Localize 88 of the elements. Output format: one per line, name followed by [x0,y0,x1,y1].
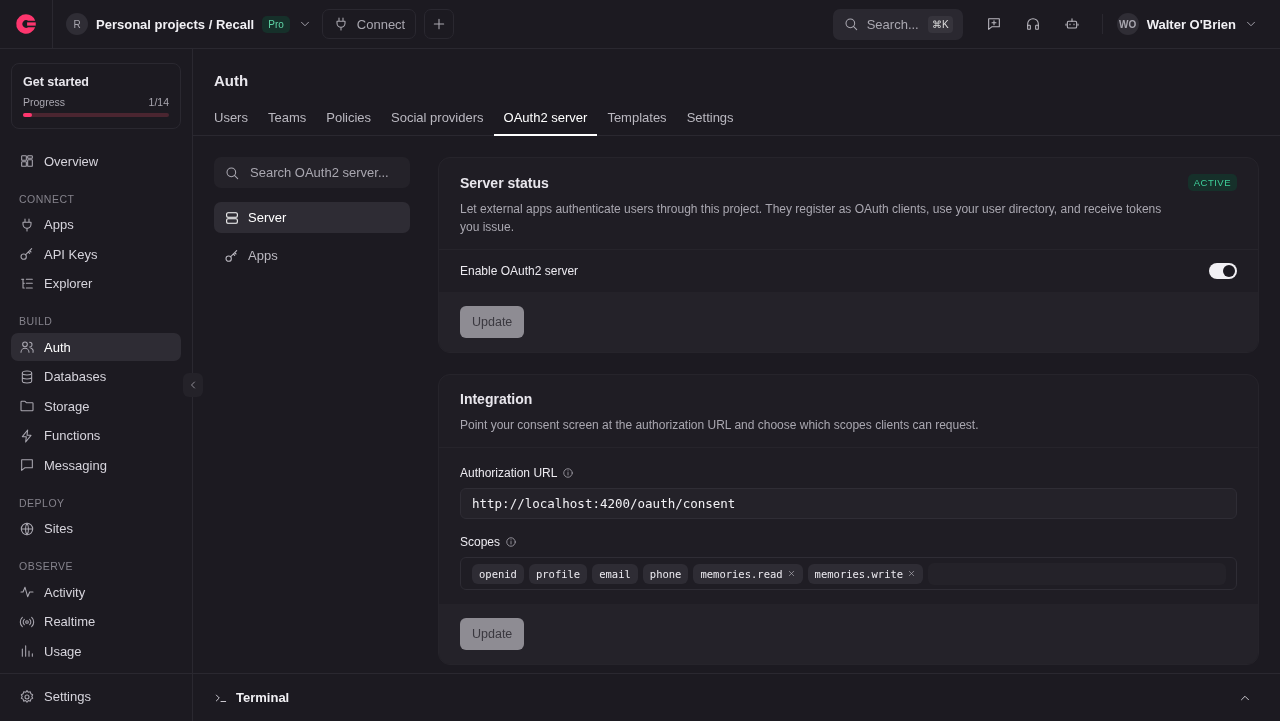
page-title: Auth [213,71,250,89]
card-title: Integration [460,391,534,407]
add-button[interactable] [424,9,455,39]
progress-count: 1/14 [148,96,169,108]
pulse-icon [19,584,35,600]
project-name: Personal projects / Recall [96,16,255,32]
folder-icon [19,398,35,414]
robot-icon[interactable] [1063,16,1080,32]
scopes-field[interactable]: openid profile email phone memories.read memories.write [460,557,1237,590]
database-icon [19,368,35,385]
tab[interactable]: Settings [676,106,744,136]
plug-icon [19,216,35,233]
project-switcher[interactable]: R Personal projects / Recall Pro [66,13,312,35]
nav-item[interactable]: Functions [11,421,181,450]
scope-tag: memories.read [693,563,803,584]
scope-tag: email [592,563,638,584]
key-icon [224,247,240,264]
logo-icon[interactable] [13,11,39,37]
nav-item[interactable]: Overview [11,147,181,175]
server-icon [224,209,240,226]
user-avatar: WO [1116,13,1139,35]
user-menu[interactable]: WO Walter O'Brien [1116,13,1258,35]
key-icon [19,246,35,262]
nav-item[interactable]: Storage [11,392,181,420]
search-icon [224,164,240,181]
nav-item[interactable]: Messaging [11,451,181,479]
update-button[interactable]: Update [460,306,525,338]
info-icon [505,536,518,548]
close-icon[interactable] [786,569,796,578]
plan-badge: Pro [262,15,290,33]
headset-icon[interactable] [1024,16,1041,32]
toggle-switch[interactable] [1209,263,1237,279]
section-label: BUILD [18,314,54,329]
field-label: Scopes [460,535,501,549]
collapse-button[interactable] [183,373,203,397]
section-label: OBSERVE [18,559,75,574]
tab[interactable]: Policies [316,106,382,136]
feedback-icon[interactable] [985,16,1002,32]
progress-card[interactable]: Get started Progress 1/14 [11,63,181,129]
bar-chart-icon [19,643,35,659]
card-description: Let external apps authenticate users through this project. They register as OAuth clients, use your user directory, and receive tokens you issue. [460,201,1163,236]
section-label: DEPLOY [18,495,66,511]
url-field[interactable]: http://localhost:4200/oauth/consent [460,488,1237,519]
search-field[interactable]: Search... ⌘K [832,8,963,40]
tab[interactable]: Teams [257,106,317,136]
nav-item[interactable]: Apps [11,210,181,239]
status-badge: ACTIVE [1187,174,1237,191]
scope-tag: profile [528,563,588,584]
nav-item[interactable]: Settings [11,682,181,711]
nav-item[interactable]: Explorer [11,269,181,298]
section-label: CONNECT [18,191,76,207]
progress-label: Progress [23,96,65,108]
subnav-item[interactable]: Apps [214,240,410,271]
update-button[interactable]: Update [460,618,525,650]
nav-item[interactable]: Activity [11,578,181,606]
subnav-item[interactable]: Server [214,202,410,233]
grid-icon [19,153,35,169]
close-icon[interactable] [907,569,917,578]
toggle-label: Enable OAuth2 server [460,264,579,278]
nav-item[interactable]: Realtime [11,607,181,636]
connect-button[interactable]: Connect [321,9,417,39]
users-icon [19,339,35,355]
project-avatar: R [66,13,88,35]
tab[interactable]: Templates [597,106,677,136]
shortcut-key: ⌘K [928,15,953,33]
settings-icon [19,688,35,705]
card-title: Server status [460,174,549,191]
tab[interactable]: OAuth2 server [493,106,598,136]
lightning-icon [19,427,35,444]
field-label: Authorization URL [460,466,558,480]
card-description: Point your consent screen at the authorization URL and choose which scopes clients can request. [460,417,980,434]
nav-item[interactable]: Usage [11,637,181,665]
terminal-bar[interactable]: Terminal [193,673,1280,721]
nav-item[interactable]: API Keys [11,240,181,268]
globe-icon [19,520,35,537]
chat-icon [19,457,35,473]
info-icon [562,467,575,479]
scope-tag: openid [472,563,524,584]
scope-tag: memories.write [807,563,924,584]
tab[interactable]: Social providers [381,106,494,136]
card-title: Get started [23,75,90,89]
scope-tag: phone [642,563,689,584]
tab[interactable]: Users [204,106,258,136]
nav-item[interactable]: Sites [11,514,181,543]
nav-item[interactable]: Auth [11,333,181,361]
search-field[interactable]: Search OAuth2 server... [214,157,410,188]
search-icon [842,16,859,32]
nav-item[interactable]: Databases [11,362,181,391]
